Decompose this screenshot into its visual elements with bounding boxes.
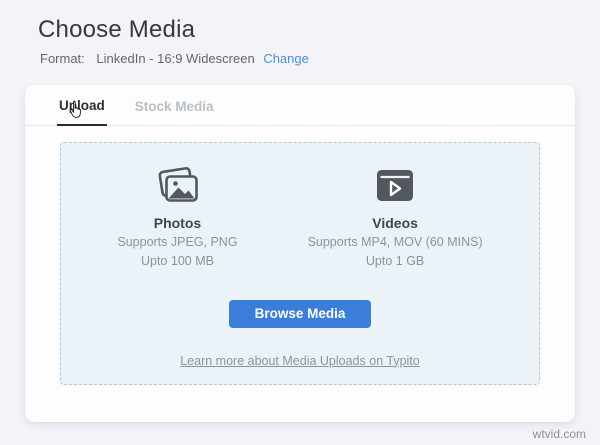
format-value: LinkedIn - 16:9 Widescreen [96,51,255,66]
tab-stock-media[interactable]: Stock Media [133,99,216,125]
videos-info: Videos Supports MP4, MOV (60 MINS) Upto … [308,166,483,270]
learn-more-link[interactable]: Learn more about Media Uploads on Typito [180,354,420,368]
media-types: Photos Supports JPEG, PNG Upto 100 MB Vi… [61,166,539,270]
upload-dropzone[interactable]: Photos Supports JPEG, PNG Upto 100 MB Vi… [60,142,540,385]
page-header: Choose Media Format: LinkedIn - 16:9 Wid… [38,16,309,66]
videos-supported-formats: Supports MP4, MOV (60 MINS) [307,235,483,249]
watermark: wtvid.com [532,427,586,441]
videos-size-limit: Upto 1 GB [365,254,425,269]
format-label: Format: [40,51,85,66]
learn-more-row: Learn more about Media Uploads on Typito [61,352,539,370]
browse-media-button[interactable]: Browse Media [228,299,372,328]
video-play-icon [308,166,483,206]
photos-info: Photos Supports JPEG, PNG Upto 100 MB [117,166,238,270]
media-chooser-card: Upload Stock Media Photos Supports JPEG,… [25,85,575,422]
photos-size-limit: Upto 100 MB [140,254,214,269]
photos-stack-icon [117,166,237,206]
videos-title: Videos [372,215,418,231]
photos-supported-formats: Supports JPEG, PNG [117,235,238,249]
tab-stock-media-label: Stock Media [134,99,214,114]
tab-upload-label: Upload [59,98,105,113]
change-format-link[interactable]: Change [263,51,309,66]
photos-title: Photos [153,215,202,231]
page-title: Choose Media [38,16,196,43]
tab-upload[interactable]: Upload [57,98,107,126]
tab-bar: Upload Stock Media [25,85,575,126]
format-row: Format: LinkedIn - 16:9 Widescreen Chang… [40,51,309,66]
